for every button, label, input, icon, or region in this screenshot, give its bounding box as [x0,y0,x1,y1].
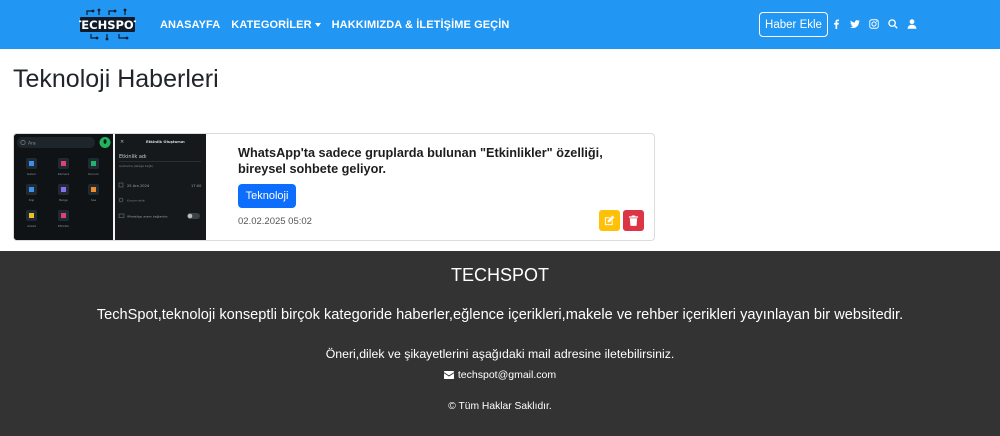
thumb-panel-location: Konum ekle [127,199,145,203]
nav-link-kategoriler-label: KATEGORİLER [231,18,312,31]
footer: TECHSPOT TechSpot,teknoloji konseptli bi… [0,251,1000,436]
news-date: 02.02.2025 05:02 [238,216,312,227]
thumb-grid-label: Anket [27,224,36,228]
thumb-grid-label: Belge [59,198,68,202]
search-icon[interactable] [888,19,898,29]
thumb-grid-label: Kamera [58,172,70,176]
news-title[interactable]: WhatsApp'ta sadece gruplarda bulunan "Et… [238,145,638,177]
footer-contact-text: Öneri,dilek ve şikayetlerini aşağıdaki m… [325,347,675,361]
envelope-icon [443,371,454,379]
delete-button[interactable] [623,210,644,231]
nav-icons [831,17,917,31]
thumb-panel-whatsapp: WhatsApp aramı bağlantısı [127,215,168,219]
thumb-grid-label: Etkinlik [58,224,69,228]
thumb-grid-label: Kişi [29,198,34,202]
edit-button[interactable] [599,210,620,231]
caret-down-icon [314,22,321,27]
thumb-panel-desc: Açıklama (isteğe bağlı) [119,164,153,168]
facebook-icon[interactable] [831,19,841,29]
category-button[interactable]: Teknoloji [238,184,296,208]
nav-link-hakkimizda[interactable]: HAKKIMIZDA & İLETİŞİME GEÇİN [332,19,510,31]
thumb-grid-label: Konum [88,172,98,176]
instagram-icon[interactable] [869,19,879,29]
twitter-icon[interactable] [850,19,860,29]
thumb-panel-time: 17:00 [191,184,202,188]
news-card: Ara Galeri Kamera Konum Kişi Belge Ses A… [13,133,655,241]
thumb-grid-label: Ses [91,198,97,202]
trash-icon [628,215,639,226]
footer-title: TECHSPOT [450,265,549,285]
nav-link-anasayfa[interactable]: ANASAYFA [160,19,220,31]
edit-icon [604,215,615,226]
footer-description: TechSpot,teknoloji konseptli birçok kate… [96,307,904,323]
nav-link-kategoriler[interactable]: KATEGORİLER [231,18,321,31]
thumb-panel-date: 25 Ara 2024 [127,184,150,188]
thumb-panel-title: Etkinlik Oluşturun [146,139,185,144]
footer-email[interactable]: techspot@gmail.com [0,369,1000,381]
page-title: Teknoloji Haberleri [13,65,219,93]
svg-text:×: × [120,139,124,145]
logo-text: TECHSPOT [79,18,136,32]
thumb-grid-label: Galeri [27,172,36,176]
footer-email-text[interactable]: techspot@gmail.com [458,369,556,381]
news-thumbnail[interactable]: Ara Galeri Kamera Konum Kişi Belge Ses A… [14,134,206,240]
techspot-logo[interactable]: TECHSPOT [73,8,142,41]
thumb-panel-field: Etkinlik adı [119,154,146,160]
user-icon[interactable] [907,19,917,29]
footer-copyright: © Tüm Haklar Saklıdır. [448,401,552,412]
thumb-search-text: Ara [28,140,36,146]
add-news-button[interactable]: Haber Ekle [759,12,828,37]
nav-links: ANASAYFA KATEGORİLER HAKKIMIZDA & İLETİŞ… [160,0,509,49]
navbar: TECHSPOT ANASAYFA KATEGORİLER HAKKIMIZDA… [0,0,1000,49]
